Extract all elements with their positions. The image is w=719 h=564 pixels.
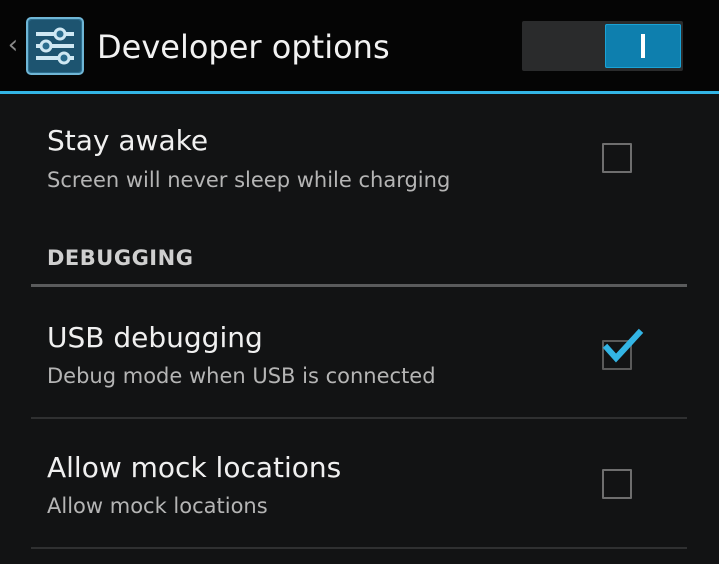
category-divider	[31, 284, 687, 287]
action-bar: ‹ Developer options	[0, 0, 719, 91]
developer-options-screen: ‹ Developer options Stay awake Screen wi…	[0, 0, 719, 564]
preference-title: USB debugging	[47, 321, 263, 354]
switch-on-indicator	[641, 34, 645, 58]
preference-title: Stay awake	[47, 124, 209, 157]
stay-awake-checkbox[interactable]	[602, 143, 632, 173]
chevron-left-icon[interactable]: ‹	[5, 28, 21, 62]
preference-summary: Debug mode when USB is connected	[47, 364, 436, 388]
row-divider	[31, 417, 687, 419]
category-header-debugging: DEBUGGING	[47, 246, 194, 270]
preference-summary: Screen will never sleep while charging	[47, 168, 451, 192]
page-title: Developer options	[97, 28, 390, 66]
preference-title: Allow mock locations	[47, 451, 342, 484]
usb-debugging-checkbox[interactable]	[602, 328, 644, 370]
allow-mock-locations-checkbox[interactable]	[602, 469, 632, 499]
preference-usb-debugging[interactable]: USB debugging Debug mode when USB is con…	[0, 305, 719, 415]
settings-sliders-icon[interactable]	[26, 17, 84, 75]
switch-thumb	[605, 24, 681, 68]
checkmark-icon	[602, 328, 644, 363]
row-divider	[31, 547, 687, 549]
action-bar-divider	[0, 91, 719, 94]
preference-allow-mock-locations[interactable]: Allow mock locations Allow mock location…	[0, 435, 719, 545]
preference-stay-awake[interactable]: Stay awake Screen will never sleep while…	[0, 110, 719, 210]
master-toggle-switch[interactable]	[522, 21, 683, 71]
preference-summary: Allow mock locations	[47, 494, 268, 518]
